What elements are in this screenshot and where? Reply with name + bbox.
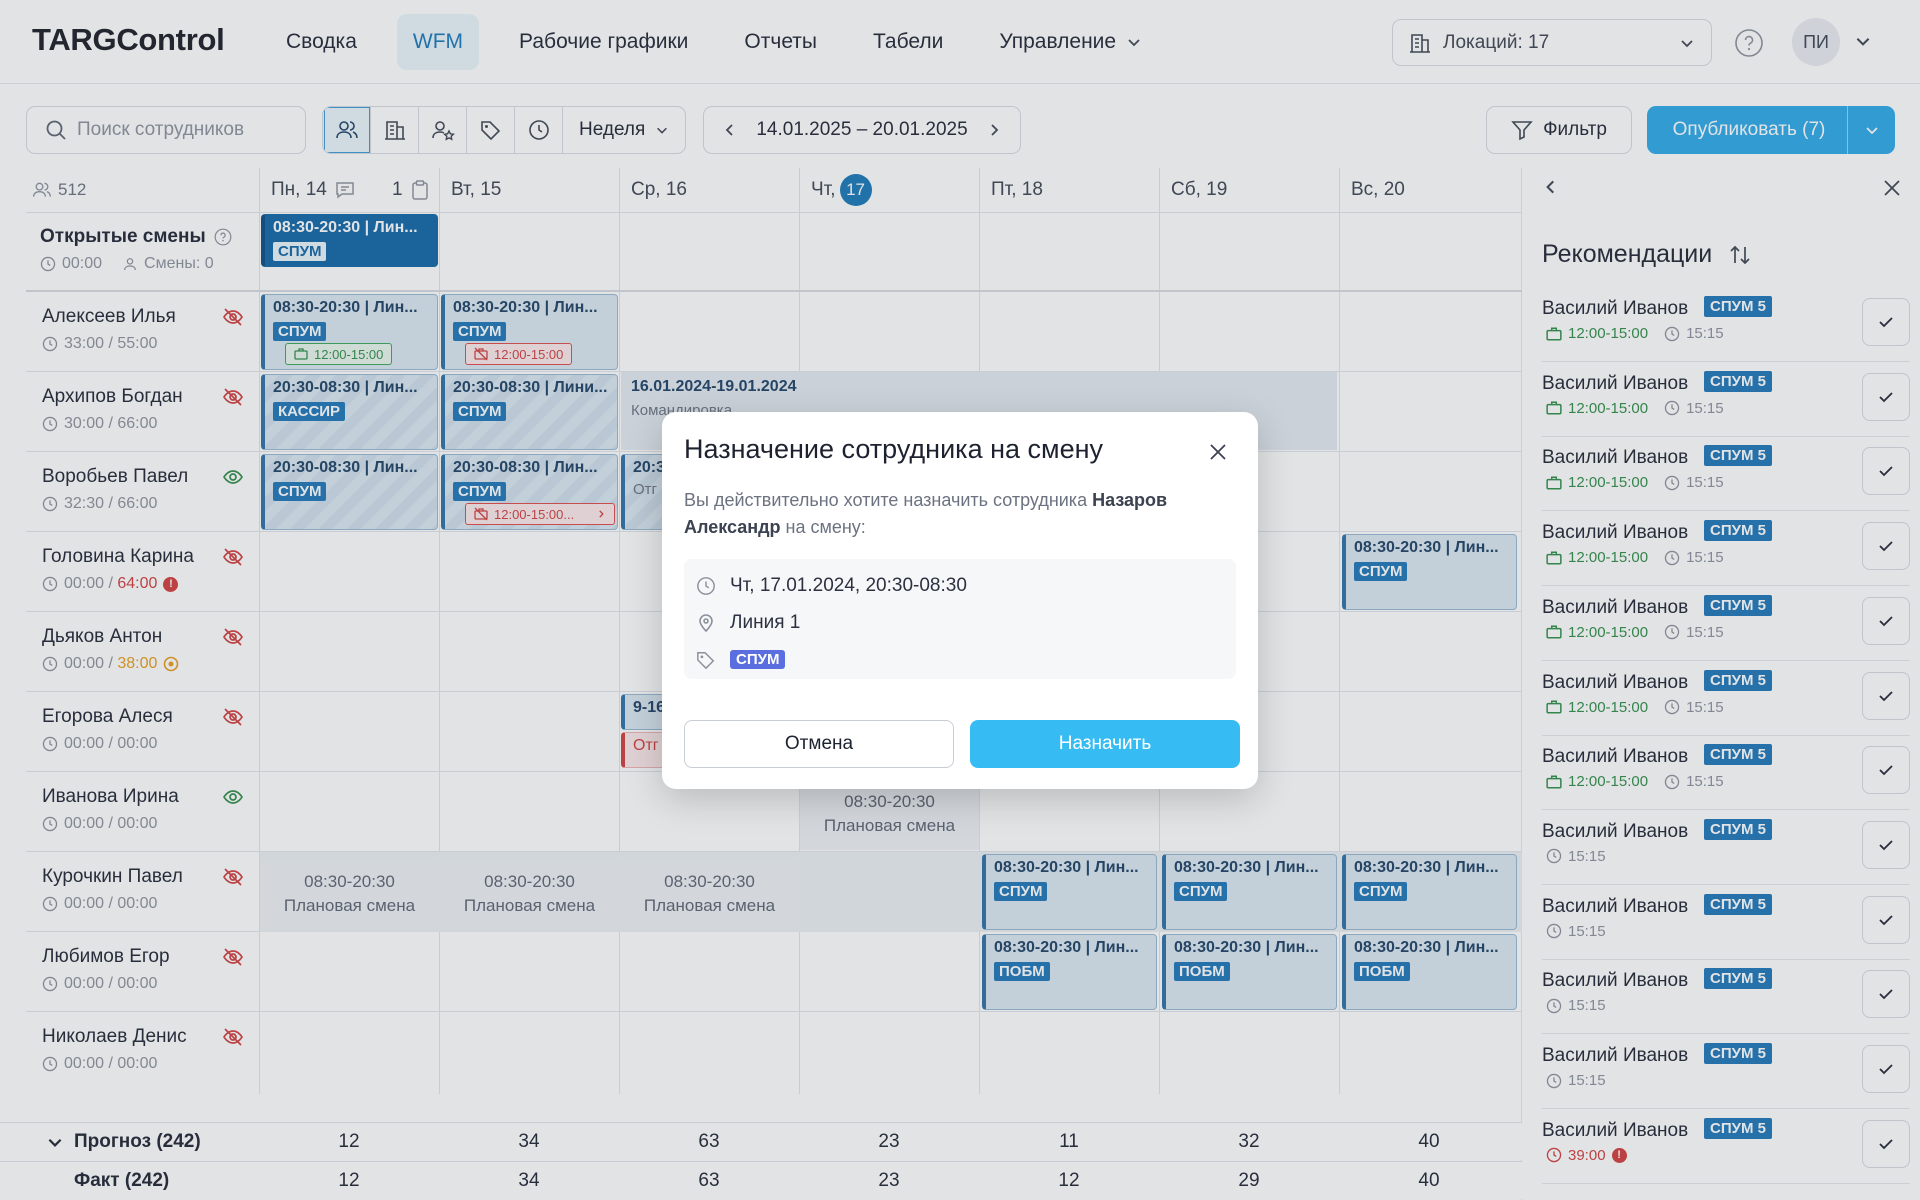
dialog-desc-text: на смену: [780, 517, 866, 537]
shift-info-line-value: Линия 1 [730, 611, 801, 633]
shift-info: Чт, 17.01.2024, 20:30-08:30 Линия 1 СПУМ [684, 559, 1236, 679]
shift-info-date-value: Чт, 17.01.2024, 20:30-08:30 [730, 574, 967, 596]
shift-info-tag: СПУМ [696, 641, 1224, 678]
tag-icon [696, 650, 716, 670]
shift-info-date: Чт, 17.01.2024, 20:30-08:30 [696, 567, 1224, 604]
cancel-button[interactable]: Отмена [684, 720, 954, 768]
shift-info-tag-value: СПУМ [730, 650, 786, 669]
location-pin-icon [696, 613, 716, 633]
close-icon[interactable] [1208, 442, 1228, 462]
clock-icon [696, 576, 716, 596]
dialog-title: Назначение сотрудника на смену [684, 434, 1104, 464]
dialog-desc-text: Вы действительно хотите назначить сотруд… [684, 490, 1093, 510]
assign-employee-dialog: Назначение сотрудника на смену Вы действ… [662, 412, 1258, 789]
shift-info-line: Линия 1 [696, 604, 1224, 641]
dialog-description: Вы действительно хотите назначить сотруд… [684, 487, 1236, 541]
dialog-actions: Отмена Назначить [684, 720, 1240, 768]
assign-button[interactable]: Назначить [970, 720, 1240, 768]
